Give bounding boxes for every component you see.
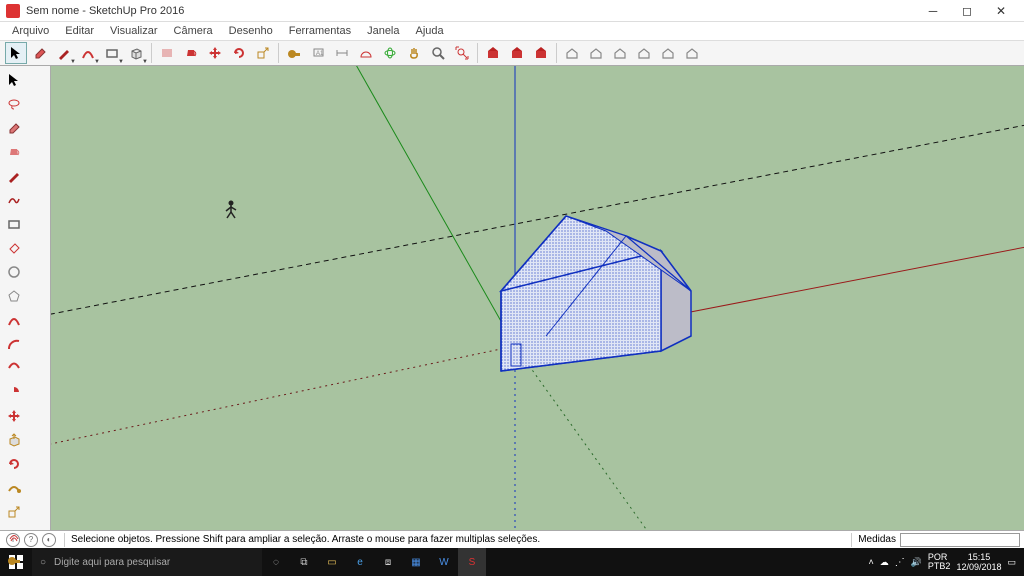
offset-tool[interactable]: [3, 525, 25, 547]
maximize-button[interactable]: ◻: [950, 1, 984, 21]
menu-arquivo[interactable]: Arquivo: [4, 24, 57, 38]
tray-wifi-icon[interactable]: ⋰: [895, 557, 905, 568]
status-user-icon[interactable]: ◐: [42, 533, 56, 547]
tray-up-icon[interactable]: ˄: [868, 557, 873, 567]
rotate-tool[interactable]: [228, 42, 250, 64]
window-title: Sem nome - SketchUp Pro 2016: [26, 5, 184, 17]
move-tool[interactable]: [204, 42, 226, 64]
warehouse-2[interactable]: [506, 42, 528, 64]
app-icon: [6, 4, 20, 18]
house-1[interactable]: [561, 42, 583, 64]
menu-editar[interactable]: Editar: [57, 24, 102, 38]
zoom-extents[interactable]: [451, 42, 473, 64]
system-tray[interactable]: ˄ ☁ ⋰ 🔊 POR PTB2 15:15 12/09/2018 ▭: [860, 552, 1024, 572]
taskbar: ○ Digite aqui para pesquisar ◌ ⧉ ▭ e ⧈ ▦…: [0, 548, 1024, 576]
model-house[interactable]: [456, 176, 716, 376]
word-icon[interactable]: W: [430, 548, 458, 576]
paint-bucket[interactable]: [180, 42, 202, 64]
text-tool[interactable]: A1: [307, 42, 329, 64]
tray-onedrive-icon[interactable]: ☁: [880, 557, 889, 568]
make-component[interactable]: [156, 42, 178, 64]
arc-tool[interactable]: [3, 309, 25, 331]
statusbar: i ? ◐ Selecione objetos. Pressione Shift…: [0, 530, 1024, 548]
menu-janela[interactable]: Janela: [359, 24, 407, 38]
status-help-icon[interactable]: ?: [24, 533, 38, 547]
toolbar-side: A1A: [0, 66, 51, 530]
pushpull-tool[interactable]: [3, 429, 25, 451]
tray-kbd[interactable]: PTB2: [928, 562, 951, 571]
house-6[interactable]: [681, 42, 703, 64]
close-button[interactable]: ✕: [984, 1, 1018, 21]
cortana-icon[interactable]: ◌: [262, 548, 290, 576]
select-tool[interactable]: [3, 69, 25, 91]
menu-visualizar[interactable]: Visualizar: [102, 24, 166, 38]
tape-measure[interactable]: [283, 42, 305, 64]
house-3[interactable]: [609, 42, 631, 64]
titlebar: Sem nome - SketchUp Pro 2016 ─ ◻ ✕: [0, 0, 1024, 22]
pushpull-tool[interactable]: ▼: [125, 42, 147, 64]
polygon-tool[interactable]: [3, 285, 25, 307]
status-hint: Selecione objetos. Pressione Shift para …: [71, 534, 540, 545]
taskview-icon[interactable]: ⧉: [290, 548, 318, 576]
menubar: ArquivoEditarVisualizarCâmeraDesenhoFerr…: [0, 22, 1024, 40]
menu-câmera[interactable]: Câmera: [166, 24, 221, 38]
scale-tool[interactable]: [252, 42, 274, 64]
toolbar-top: ▼▼▼▼A1: [0, 40, 1024, 66]
arc2-tool[interactable]: [3, 333, 25, 355]
protractor-tool[interactable]: [355, 42, 377, 64]
measure-label: Medidas: [858, 534, 896, 545]
lasso-tool[interactable]: [3, 93, 25, 115]
rotated-rect[interactable]: [3, 237, 25, 259]
line-tool[interactable]: [3, 165, 25, 187]
freehand-tool[interactable]: [3, 189, 25, 211]
minimize-button[interactable]: ─: [916, 1, 950, 21]
house-4[interactable]: [633, 42, 655, 64]
move-tool[interactable]: [3, 405, 25, 427]
menu-ajuda[interactable]: Ajuda: [408, 24, 452, 38]
eraser-tool[interactable]: [29, 42, 51, 64]
tray-notifications-icon[interactable]: ▭: [1007, 557, 1016, 568]
sketchup-icon[interactable]: S: [458, 548, 486, 576]
eraser-tool[interactable]: [3, 117, 25, 139]
tray-date[interactable]: 12/09/2018: [956, 562, 1001, 572]
followme-tool[interactable]: [3, 477, 25, 499]
edge-icon[interactable]: e: [346, 548, 374, 576]
store-icon[interactable]: ⧈: [374, 548, 402, 576]
svg-text:A1: A1: [316, 51, 324, 57]
warehouse-1[interactable]: [482, 42, 504, 64]
dimension-tool[interactable]: [331, 42, 353, 64]
orbit-tool[interactable]: [379, 42, 401, 64]
menu-ferramentas[interactable]: Ferramentas: [281, 24, 359, 38]
taskbar-search[interactable]: ○ Digite aqui para pesquisar: [32, 548, 262, 576]
warehouse-3[interactable]: [530, 42, 552, 64]
select-tool[interactable]: [5, 42, 27, 64]
tray-volume-icon[interactable]: 🔊: [911, 557, 922, 568]
rectangle-tool[interactable]: ▼: [101, 42, 123, 64]
zoom-tool[interactable]: [427, 42, 449, 64]
scale-tool[interactable]: [3, 501, 25, 523]
menu-desenho[interactable]: Desenho: [221, 24, 281, 38]
pan-tool[interactable]: [403, 42, 425, 64]
rectangle-tool[interactable]: [3, 213, 25, 235]
circle-tool[interactable]: [3, 261, 25, 283]
arc3-tool[interactable]: [3, 357, 25, 379]
line-tool[interactable]: ▼: [53, 42, 75, 64]
person-cursor-icon: [221, 198, 243, 220]
rotate-tool[interactable]: [3, 453, 25, 475]
paint-bucket[interactable]: [3, 141, 25, 163]
explorer-icon[interactable]: ▭: [318, 548, 346, 576]
app1-icon[interactable]: ▦: [402, 548, 430, 576]
viewport[interactable]: [51, 66, 1024, 530]
tray-time[interactable]: 15:15: [956, 552, 1001, 562]
search-icon: ○: [40, 557, 46, 568]
measure-input[interactable]: [900, 533, 1020, 547]
arc-tool[interactable]: ▼: [77, 42, 99, 64]
house-5[interactable]: [657, 42, 679, 64]
house-2[interactable]: [585, 42, 607, 64]
tape-tool[interactable]: [3, 549, 25, 571]
search-placeholder: Digite aqui para pesquisar: [54, 557, 170, 568]
pie-tool[interactable]: [3, 381, 25, 403]
